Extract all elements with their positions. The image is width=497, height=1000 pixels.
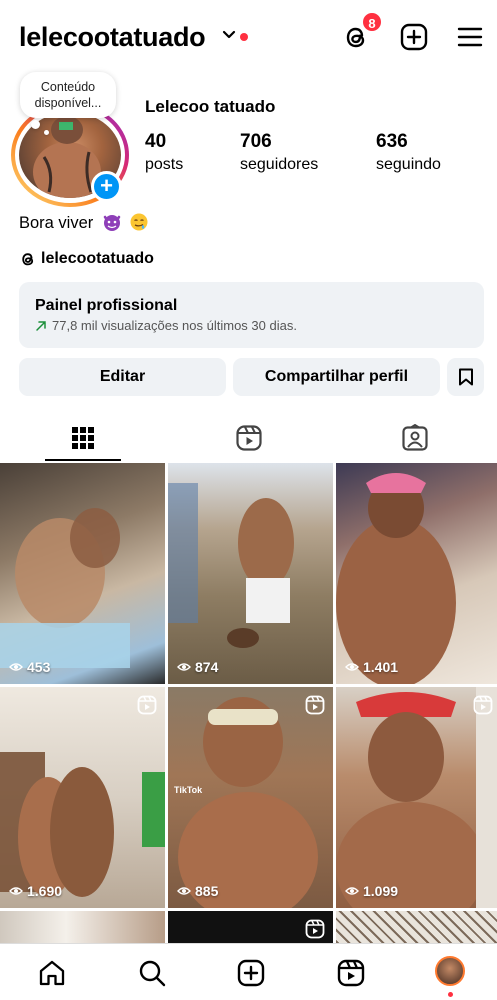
post-views-count: 874 bbox=[195, 659, 219, 675]
tiktok-watermark: TikTok bbox=[174, 785, 203, 795]
stat-followers-value: 706 bbox=[240, 131, 272, 152]
post-views: 1.401 bbox=[345, 659, 398, 675]
add-story-button[interactable]: + bbox=[91, 171, 122, 202]
post-views: 1.099 bbox=[345, 883, 398, 899]
eye-icon bbox=[177, 887, 191, 895]
account-notification-dot bbox=[240, 33, 248, 41]
reels-icon bbox=[236, 425, 262, 451]
grid-post-4[interactable]: 1.690 bbox=[0, 687, 165, 908]
threads-notification-badge: 8 bbox=[361, 11, 383, 33]
post-views: 453 bbox=[9, 659, 50, 675]
profile-full-name: Lelecoo tatuado bbox=[145, 97, 276, 116]
note-bubble-tail-small bbox=[44, 130, 49, 135]
post-views: 874 bbox=[177, 659, 218, 675]
home-icon[interactable] bbox=[37, 958, 67, 988]
tab-reels[interactable] bbox=[166, 414, 332, 462]
profile-tabs bbox=[0, 414, 497, 462]
reel-badge-icon bbox=[473, 695, 493, 715]
stat-posts[interactable]: 40 posts bbox=[145, 131, 183, 174]
eye-icon bbox=[9, 663, 23, 671]
post-views-count: 453 bbox=[27, 659, 51, 675]
post-views-count: 1.099 bbox=[363, 883, 399, 899]
threads-profile-link[interactable]: lelecootatuado bbox=[19, 248, 154, 270]
professional-dashboard-stats: 77,8 mil visualizações nos últimos 30 di… bbox=[52, 318, 297, 333]
bottom-navigation bbox=[0, 943, 497, 1000]
grid-post-1[interactable]: 453 bbox=[0, 463, 165, 684]
threads-small-icon bbox=[22, 253, 34, 266]
grid-post-6[interactable]: 1.099 bbox=[336, 687, 497, 908]
eye-icon bbox=[345, 887, 359, 895]
tab-active-indicator bbox=[45, 459, 121, 461]
posts-grid: 453 874 1.401 1.690 TikTok 885 1.099 bbox=[0, 463, 497, 943]
post-views-count: 1.690 bbox=[27, 883, 63, 899]
eye-icon bbox=[9, 887, 23, 895]
trend-up-arrow-icon bbox=[36, 320, 46, 331]
stat-following-value: 636 bbox=[376, 131, 408, 152]
professional-dashboard-title: Painel profissional bbox=[35, 297, 178, 314]
create-icon[interactable] bbox=[236, 958, 266, 988]
edit-profile-button[interactable]: Editar bbox=[19, 358, 226, 396]
saved-bookmark-button[interactable] bbox=[447, 358, 484, 396]
devil-emoji-icon bbox=[103, 215, 121, 231]
threads-handle: lelecootatuado bbox=[41, 250, 154, 267]
reel-badge-icon bbox=[137, 695, 157, 715]
stat-followers[interactable]: 706 seguidores bbox=[240, 131, 318, 174]
bookmark-icon bbox=[458, 368, 473, 386]
professional-dashboard[interactable]: Painel profissional 77,8 mil visualizaçõ… bbox=[19, 282, 484, 348]
eye-icon bbox=[345, 663, 359, 671]
note-bubble[interactable]: Conteúdo disponível... bbox=[20, 72, 116, 118]
tagged-person-icon bbox=[402, 424, 428, 451]
bio-text: Bora viver bbox=[19, 214, 94, 232]
grid-post-3[interactable]: 1.401 bbox=[336, 463, 497, 684]
profile-bio: Bora viver bbox=[19, 212, 149, 233]
reel-badge-icon bbox=[305, 695, 325, 715]
grid-post-2[interactable]: 874 bbox=[168, 463, 333, 684]
reel-badge-icon bbox=[305, 919, 325, 939]
stat-following[interactable]: 636 seguindo bbox=[376, 131, 441, 174]
grid-post-9[interactable] bbox=[336, 911, 497, 943]
stat-posts-label: posts bbox=[145, 156, 184, 173]
grid-post-8[interactable] bbox=[168, 911, 333, 943]
post-views-count: 1.401 bbox=[363, 659, 399, 675]
stat-posts-value: 40 bbox=[145, 131, 167, 152]
drooling-emoji-icon bbox=[130, 213, 148, 231]
menu-icon[interactable] bbox=[455, 22, 485, 52]
grid-icon bbox=[72, 427, 94, 449]
reels-nav-icon[interactable] bbox=[336, 958, 366, 988]
tab-posts-grid[interactable] bbox=[0, 414, 166, 462]
grid-post-7[interactable] bbox=[0, 911, 165, 943]
search-icon[interactable] bbox=[137, 958, 167, 988]
profile-nav-notification-dot bbox=[448, 992, 453, 997]
post-views: 885 bbox=[177, 883, 218, 899]
chevron-down-icon[interactable] bbox=[222, 28, 236, 42]
stat-following-label: seguindo bbox=[376, 156, 441, 173]
post-views: 1.690 bbox=[9, 883, 62, 899]
profile-nav-avatar[interactable] bbox=[435, 956, 465, 986]
create-post-icon[interactable] bbox=[399, 22, 429, 52]
stat-followers-label: seguidores bbox=[240, 156, 319, 173]
grid-post-5[interactable]: TikTok 885 bbox=[168, 687, 333, 908]
note-bubble-tail bbox=[31, 120, 40, 129]
professional-dashboard-subtitle: 77,8 mil visualizações nos últimos 30 di… bbox=[35, 318, 468, 333]
tab-tagged[interactable] bbox=[332, 414, 497, 462]
share-profile-button[interactable]: Compartilhar perfil bbox=[233, 358, 440, 396]
post-views-count: 885 bbox=[195, 883, 219, 899]
eye-icon bbox=[177, 663, 191, 671]
